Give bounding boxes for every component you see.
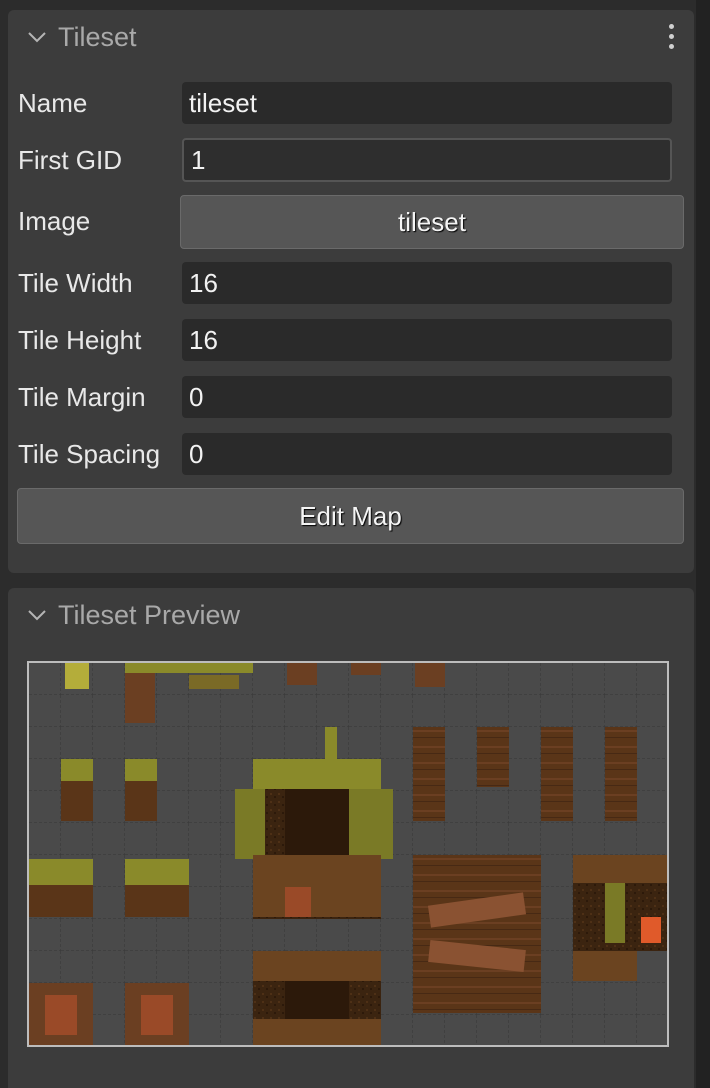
image-select-button[interactable]: tileset	[180, 195, 684, 249]
chevron-down-icon[interactable]	[26, 604, 48, 626]
tileset-preview-panel: Tileset Preview	[8, 588, 694, 1088]
name-label: Name	[18, 88, 88, 118]
preview-panel-header[interactable]: Tileset Preview	[8, 588, 694, 644]
tile-height-field[interactable]: 16	[182, 319, 672, 361]
chevron-down-icon[interactable]	[26, 26, 48, 48]
inspector-root: Tileset Name tileset First GID 1 Image t…	[0, 0, 710, 1088]
panel-title: Tileset	[58, 22, 137, 52]
tileset-panel: Tileset Name tileset First GID 1 Image t…	[8, 10, 694, 573]
more-vertical-icon[interactable]	[666, 24, 676, 54]
tileset-preview-image[interactable]	[27, 661, 669, 1047]
name-field[interactable]: tileset	[182, 82, 672, 124]
tile-margin-label: Tile Margin	[18, 382, 146, 412]
tile-spacing-field[interactable]: 0	[182, 433, 672, 475]
first-gid-label: First GID	[18, 145, 122, 175]
edit-map-button[interactable]: Edit Map	[17, 488, 684, 544]
tile-width-field[interactable]: 16	[182, 262, 672, 304]
tileset-panel-header[interactable]: Tileset	[8, 10, 694, 66]
panel-title: Tileset Preview	[58, 600, 241, 630]
first-gid-field[interactable]: 1	[182, 138, 672, 182]
image-label: Image	[18, 206, 91, 236]
tileset-image	[29, 663, 667, 1045]
tile-margin-field[interactable]: 0	[182, 376, 672, 418]
window-edge	[696, 0, 710, 1088]
tile-width-label: Tile Width	[18, 268, 133, 298]
tile-spacing-label: Tile Spacing	[18, 439, 161, 469]
tile-height-label: Tile Height	[18, 325, 142, 355]
